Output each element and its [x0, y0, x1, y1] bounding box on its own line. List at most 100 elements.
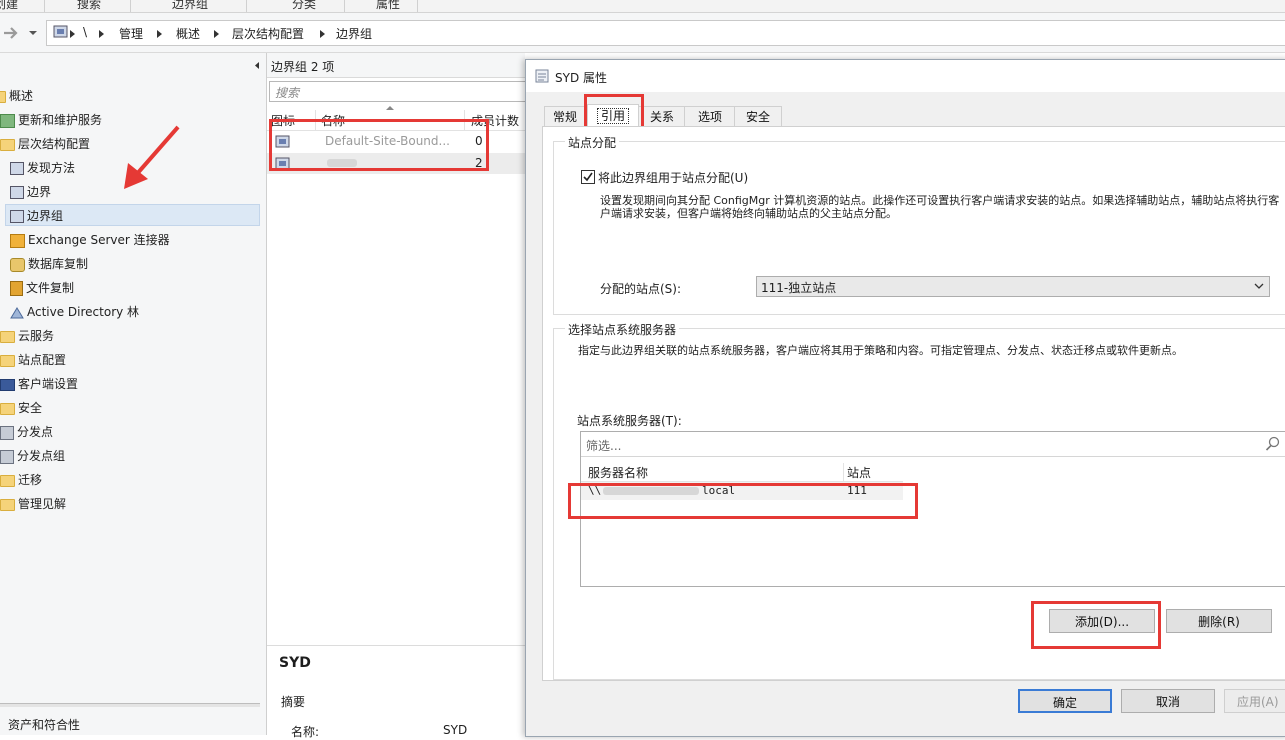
nav-item-overview[interactable]: 概述: [0, 85, 33, 107]
dialog-title: SYD 属性: [555, 71, 608, 85]
breadcrumb-chevron-icon[interactable]: [157, 30, 162, 38]
folder-icon: [0, 354, 15, 367]
site-servers-list-label: 站点系统服务器(T):: [577, 414, 682, 428]
ribbon: 创建 搜索 边界组 分类 属性: [0, 0, 1285, 13]
folder-icon: [0, 474, 15, 487]
highlight-box: [269, 119, 489, 171]
ribbon-classify[interactable]: 分类: [292, 0, 316, 12]
nav-item-exchange-connector[interactable]: Exchange Server 连接器: [10, 229, 170, 251]
breadcrumb-admin[interactable]: 管理: [119, 25, 143, 42]
client-settings-icon: [0, 378, 15, 391]
site-servers-description: 指定与此边界组关联的站点系统服务器，客户端应将其用于策略和内容。可指定管理点、分…: [578, 344, 1183, 357]
details-name-label: 名称:: [291, 725, 320, 739]
filter-placeholder: 筛选...: [586, 439, 622, 453]
list-search-input[interactable]: 搜索: [269, 81, 527, 102]
distribution-point-group-icon: [0, 449, 14, 464]
site-assignment-checkbox-label[interactable]: 将此边界组用于站点分配(U): [598, 169, 748, 186]
column-header-server-name[interactable]: 服务器名称: [588, 464, 648, 481]
breadcrumb-overview[interactable]: 概述: [176, 25, 200, 42]
nav-item-updates[interactable]: 更新和维护服务: [0, 109, 102, 131]
nav-item-ad-forests[interactable]: Active Directory 林: [10, 301, 139, 323]
folder-icon: [0, 90, 6, 103]
properties-icon: [535, 69, 549, 83]
properties-dialog: SYD 属性 常规 引用 关系 选项 安全 站点分配 将此边界组用于站点分配(U…: [525, 59, 1285, 737]
nav-item-boundaries[interactable]: 边界: [10, 181, 51, 203]
highlight-box: [584, 94, 644, 130]
navigation-pane: 概述 更新和维护服务 层次结构配置 发现方法 边界 边界组 Exchange S…: [0, 53, 267, 735]
assigned-site-label: 分配的站点(S):: [600, 282, 682, 296]
nav-item-boundary-groups[interactable]: 边界组: [5, 204, 260, 226]
details-divider: [267, 645, 525, 646]
ribbon-separator: [44, 0, 45, 12]
boundary-group-icon: [53, 25, 68, 38]
active-directory-icon: [10, 306, 24, 318]
nav-section-assets[interactable]: 资产和符合性: [8, 714, 80, 736]
breadcrumb-chevron-icon[interactable]: [70, 30, 75, 38]
assigned-site-value: 111-独立站点: [761, 281, 837, 295]
nav-item-database-replication[interactable]: 数据库复制: [10, 253, 88, 275]
ribbon-separator: [246, 0, 247, 12]
site-servers-title: 选择站点系统服务器: [565, 321, 680, 338]
breadcrumb-root[interactable]: \: [83, 25, 87, 39]
site-assignment-checkbox[interactable]: [581, 170, 595, 184]
tab-general[interactable]: 常规: [544, 106, 586, 127]
forward-arrow-icon[interactable]: [2, 25, 20, 41]
list-pane: 边界组 2 项 搜索 图标 名称 成员计数 Default-Site-Bound…: [267, 53, 527, 739]
site-assignment-description: 设置发现期间向其分配 ConfigMgr 计算机资源的站点。此操作还可设置执行客…: [600, 194, 1280, 220]
breadcrumb-chevron-icon[interactable]: [214, 30, 219, 38]
updates-icon: [0, 113, 15, 128]
discovery-icon: [10, 162, 24, 175]
ribbon-create[interactable]: 创建: [0, 0, 18, 12]
tab-relationships[interactable]: 关系: [638, 106, 686, 127]
nav-item-cloud-services[interactable]: 云服务: [0, 325, 54, 347]
nav-item-site-configuration[interactable]: 站点配置: [0, 349, 66, 371]
file-replication-icon: [10, 281, 23, 296]
details-section-summary: 摘要: [281, 695, 306, 709]
list-header-bar: 边界组 2 项: [267, 53, 525, 78]
breadcrumb-chevron-icon[interactable]: [99, 30, 104, 38]
column-divider: [843, 463, 844, 481]
cancel-button[interactable]: 取消: [1121, 689, 1215, 713]
nav-item-client-settings[interactable]: 客户端设置: [0, 373, 78, 395]
breadcrumb-hierarchy-config[interactable]: 层次结构配置: [232, 25, 304, 42]
ribbon-separator: [417, 0, 418, 12]
nav-item-hierarchy-config[interactable]: 层次结构配置: [0, 133, 90, 155]
assigned-site-select[interactable]: 111-独立站点: [756, 276, 1270, 297]
history-dropdown-icon[interactable]: [28, 30, 38, 36]
breadcrumb-chevron-icon[interactable]: [320, 30, 325, 38]
filter-input[interactable]: 筛选...: [581, 432, 1285, 457]
apply-button[interactable]: 应用(A): [1224, 689, 1285, 713]
nav-item-file-replication[interactable]: 文件复制: [10, 277, 74, 299]
tab-options[interactable]: 选项: [684, 106, 736, 127]
nav-item-distribution-point-groups[interactable]: 分发点组: [0, 445, 65, 467]
annotation-arrow-icon: [124, 125, 180, 189]
nav-splitter[interactable]: [0, 703, 260, 707]
folder-icon: [0, 330, 15, 343]
column-header-site[interactable]: 站点: [847, 464, 871, 481]
nav-item-discovery-methods[interactable]: 发现方法: [10, 157, 75, 179]
chevron-down-icon: [1254, 283, 1264, 289]
nav-item-security[interactable]: 安全: [0, 397, 42, 419]
tab-security[interactable]: 安全: [734, 106, 782, 127]
ribbon-search[interactable]: 搜索: [77, 0, 101, 12]
highlight-box: [568, 483, 918, 519]
distribution-point-icon: [0, 425, 14, 440]
ribbon-separator: [130, 0, 131, 12]
ok-button[interactable]: 确定: [1018, 689, 1112, 713]
highlight-box: [1031, 601, 1161, 649]
ribbon-properties[interactable]: 属性: [376, 0, 400, 12]
database-replication-icon: [10, 257, 25, 272]
folder-icon: [0, 138, 15, 151]
nav-item-management-insights[interactable]: 管理见解: [0, 493, 66, 515]
list-title: 边界组 2 项: [271, 60, 335, 74]
collapse-pane-icon[interactable]: [253, 61, 261, 70]
remove-server-button[interactable]: 删除(R): [1166, 609, 1272, 633]
search-icon: [1265, 436, 1280, 451]
breadcrumb-boundary-groups[interactable]: 边界组: [336, 25, 372, 42]
list-search-placeholder: 搜索: [275, 86, 300, 100]
nav-item-distribution-points[interactable]: 分发点: [0, 421, 53, 443]
checkmark-icon: [583, 172, 593, 182]
exchange-icon: [10, 233, 25, 248]
ribbon-boundary-group[interactable]: 边界组: [172, 0, 208, 12]
nav-item-migration[interactable]: 迁移: [0, 469, 42, 491]
